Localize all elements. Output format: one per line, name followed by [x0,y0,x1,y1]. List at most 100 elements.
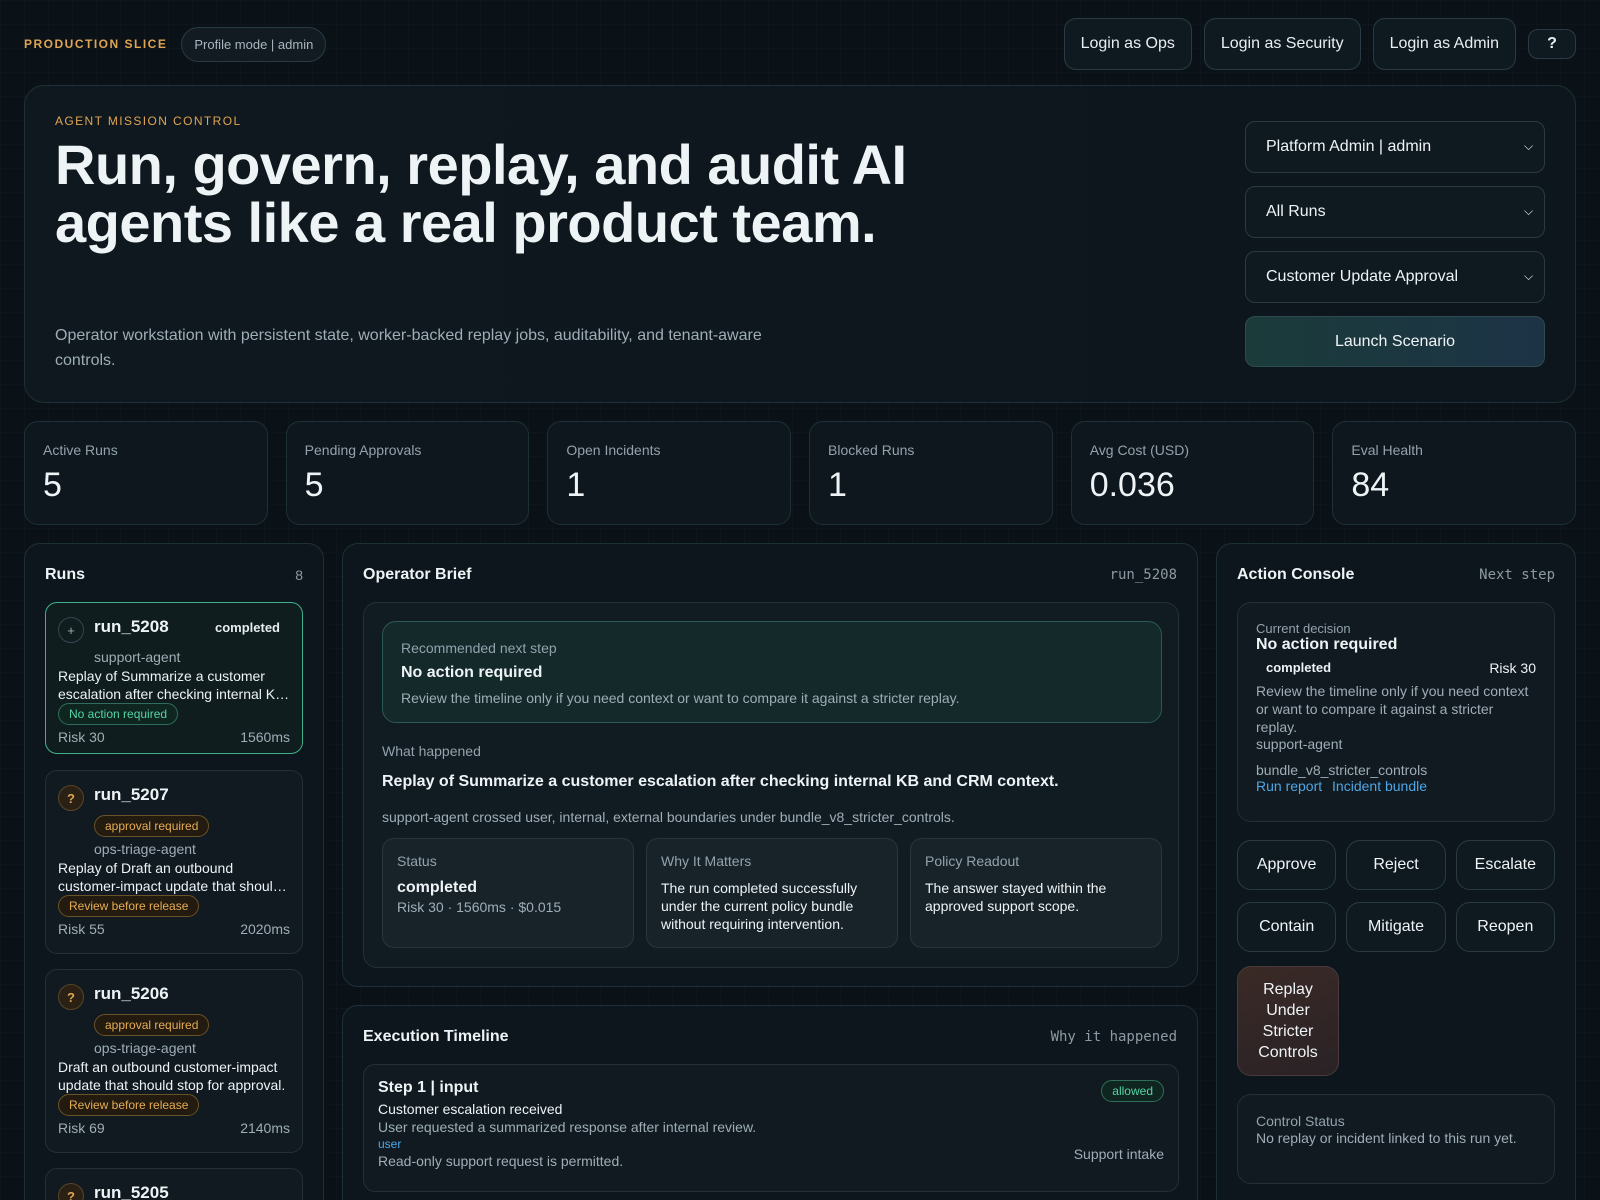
stat-blocked-runs: Blocked Runs 1 [809,421,1053,525]
brief-cards: Status completed Risk 30 · 1560ms · $0.0… [382,838,1162,948]
login-security-button[interactable]: Login as Security [1203,18,1361,70]
stat-active-runs: Active Runs 5 [24,421,268,525]
step-stage: Support intake [1073,1146,1164,1162]
launch-scenario-button[interactable]: Launch Scenario [1245,316,1545,367]
approve-button[interactable]: Approve [1237,840,1337,890]
run-agent: support-agent [94,649,181,665]
run-body: support-agent Replay of Summarize a cust… [58,649,290,745]
policy-text: The answer stayed within the approved su… [925,880,1107,914]
decision-risk: Risk 30 [1489,660,1536,676]
stats-row: Active Runs 5 Pending Approvals 5 Open I… [24,421,1577,525]
mitigate-button[interactable]: Mitigate [1346,902,1446,952]
brief-content: Recommended next step No action required… [363,602,1179,968]
console-meta: Next step [1479,567,1555,583]
stat-label: Eval Health [1351,442,1423,458]
run-report-link[interactable]: Run report [1256,778,1322,794]
rec-title: No action required [401,664,543,681]
run-footer: Risk 55 2020ms [58,921,290,937]
profile-mode-badge: Profile mode | admin [181,26,327,62]
stat-label: Open Incidents [566,442,661,458]
run-filter-value: All Runs [1266,203,1326,220]
question-icon: ? [58,984,84,1010]
brand-label: PRODUCTION SLICE [24,37,168,51]
question-icon: ? [58,1183,84,1200]
brief-header: Operator Brief run_5208 [363,566,1177,584]
decision-label: Current decision [1256,621,1351,636]
run-card-5207[interactable]: ? run_5207 approval required ops-triage-… [45,770,303,954]
run-status-chip: approval required [94,815,210,837]
run-action-chip: Review before release [58,895,200,917]
chevron-down-icon: ⌵ [1524,269,1534,283]
help-button[interactable]: ? [1528,29,1576,59]
hero-controls: Platform Admin | admin ⌵ All Runs ⌵ Cust… [1245,121,1545,367]
why-text: The run completed successfully under the… [661,880,858,932]
run-action-chip: No action required [58,703,179,725]
timeline-title: Execution Timeline [363,1028,509,1045]
run-card-5205[interactable]: ? run_5205 [45,1168,303,1200]
step-boundary-tag: user [378,1137,402,1151]
run-action-chip: Review before release [58,1094,200,1116]
control-status-label: Control Status [1256,1113,1345,1129]
run-agent: ops-triage-agent [94,1040,196,1056]
stat-pending-approvals: Pending Approvals 5 [285,421,530,525]
timeline-step[interactable]: Step 1 | input Customer escalation recei… [363,1064,1179,1192]
run-card-5208[interactable]: + run_5208 completed support-agent Repla… [45,602,303,754]
page-title: Run, govern, replay, and audit AI agents… [55,133,907,254]
run-card-5206[interactable]: ? run_5206 approval required ops-triage-… [45,969,303,1153]
decision-bundle: bundle_v8_stricter_controls [1256,762,1428,778]
status-label: Status [397,853,437,869]
stat-value: 84 [1351,466,1390,504]
run-risk: Risk 55 [58,921,105,937]
stat-label: Active Runs [43,442,118,458]
decision-agent: support-agent [1256,736,1343,752]
status-card: Status completed Risk 30 · 1560ms · $0.0… [382,838,634,948]
decision-links: Run report Incident bundle [1256,778,1536,794]
runs-panel: Runs 8 + run_5208 completed support-agen… [24,543,324,1200]
why-label: Why It Matters [661,853,752,869]
run-status-chip: approval required [94,1014,210,1036]
login-ops-button[interactable]: Login as Ops [1063,18,1192,70]
role-select[interactable]: Platform Admin | admin ⌵ [1245,121,1545,173]
scenario-select-value: Customer Update Approval [1266,268,1459,285]
login-admin-button[interactable]: Login as Admin [1372,18,1516,70]
run-risk: Risk 69 [58,1120,105,1136]
replay-stricter-button[interactable]: Replay Under Stricter Controls [1237,966,1339,1076]
scenario-select[interactable]: Customer Update Approval ⌵ [1245,251,1545,303]
run-id: run_5207 [94,785,169,804]
run-footer: Risk 69 2140ms [58,1120,290,1136]
rec-description: Review the timeline only if you need con… [401,690,960,706]
policy-label: Policy Readout [925,853,1020,869]
incident-bundle-link[interactable]: Incident bundle [1332,778,1427,794]
hero-section: AGENT MISSION CONTROL Run, govern, repla… [24,85,1576,403]
current-decision-card: Current decision No action required comp… [1237,602,1555,822]
stat-label: Blocked Runs [828,442,915,458]
escalate-button[interactable]: Escalate [1455,840,1555,890]
stat-value: 0.036 [1089,466,1175,504]
stat-value: 1 [566,466,586,504]
action-buttons: Approve Reject Escalate Contain Mitigate… [1237,840,1555,952]
timeline-meta: Why it happened [1050,1029,1177,1045]
stat-value: 5 [43,466,62,504]
role-select-value: Platform Admin | admin [1266,138,1432,155]
stat-value: 5 [304,466,324,504]
execution-timeline-panel: Execution Timeline Why it happened Step … [342,1005,1198,1200]
decision-title: No action required [1256,636,1398,653]
reopen-button[interactable]: Reopen [1455,902,1555,952]
hero-eyebrow: AGENT MISSION CONTROL [55,114,242,128]
policy-readout-card: Policy Readout The answer stayed within … [910,838,1162,948]
reject-button[interactable]: Reject [1346,840,1446,890]
run-status-wrap: approval required [94,815,290,837]
run-latency: 1560ms [240,729,290,745]
run-filter-select[interactable]: All Runs ⌵ [1245,186,1545,238]
runs-count: 8 [295,567,303,583]
console-header: Action Console Next step [1237,566,1555,584]
contain-button[interactable]: Contain [1237,902,1337,952]
decision-row: completed Risk 30 [1256,660,1536,676]
run-id: run_5206 [94,984,169,1003]
run-latency: 2140ms [240,1120,290,1136]
what-happened-description: support-agent crossed user, internal, ex… [382,809,955,825]
what-happened-label: What happened [382,743,481,759]
chevron-down-icon: ⌵ [1524,204,1534,218]
why-it-matters-card: Why It Matters The run completed success… [646,838,898,948]
step-subtitle: Customer escalation received [378,1101,563,1117]
